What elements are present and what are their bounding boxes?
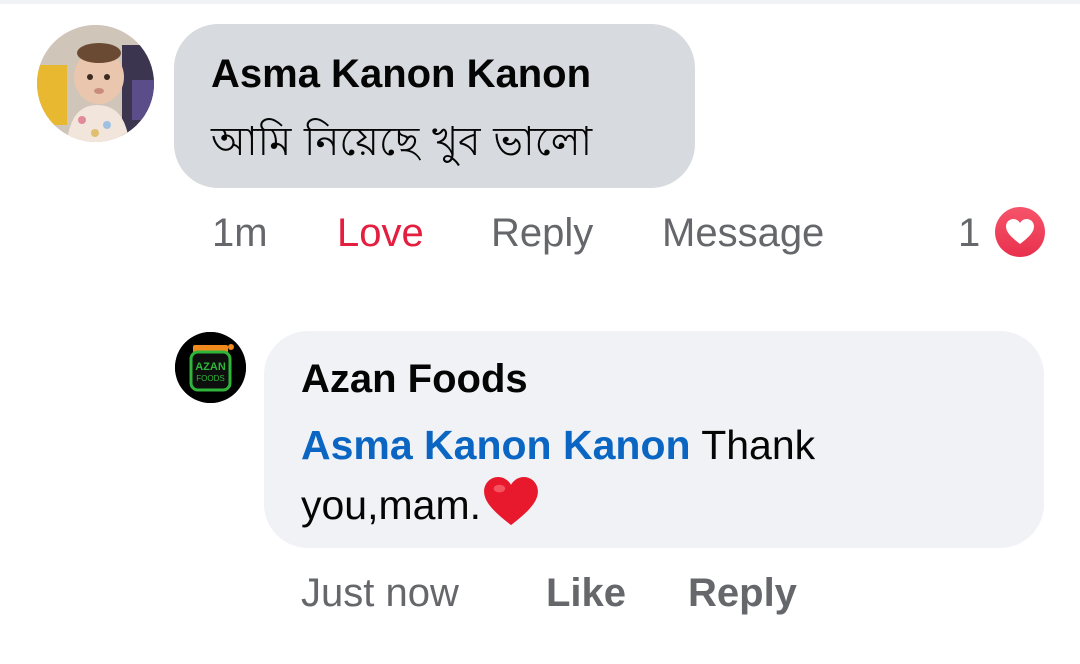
reply-bubble: Azan Foods Asma Kanon Kanon Thank you,ma…	[264, 331, 1044, 548]
mention-link[interactable]: Asma Kanon Kanon	[301, 422, 691, 468]
top-divider	[0, 0, 1080, 4]
azan-foods-logo-icon: AZAN FOODS	[175, 332, 246, 403]
reply-author[interactable]: Azan Foods	[301, 357, 528, 402]
svg-text:AZAN: AZAN	[195, 361, 226, 373]
comment-text: আমি নিয়েছে খুব ভালো	[211, 119, 593, 165]
commenter-avatar[interactable]	[37, 25, 154, 142]
love-button[interactable]: Love	[337, 208, 424, 258]
like-button[interactable]: Like	[546, 568, 626, 618]
red-heart-emoji-icon	[483, 477, 539, 543]
page-avatar[interactable]: AZAN FOODS	[175, 332, 246, 403]
reaction-count[interactable]: 1	[958, 208, 980, 258]
comment-author[interactable]: Asma Kanon Kanon	[211, 52, 591, 97]
heart-reaction-icon[interactable]	[995, 207, 1045, 257]
comment-bubble: Asma Kanon Kanon আমি নিয়েছে খুব ভালো	[174, 24, 695, 188]
svg-text:FOODS: FOODS	[196, 374, 224, 383]
comment-timestamp[interactable]: 1m	[212, 208, 268, 258]
reply-reply-button[interactable]: Reply	[688, 568, 797, 618]
reply-timestamp[interactable]: Just now	[301, 568, 459, 618]
baby-photo-icon	[37, 25, 154, 142]
message-button[interactable]: Message	[662, 208, 824, 258]
reply-text: Asma Kanon Kanon Thank you,mam.	[301, 415, 921, 543]
reply-button[interactable]: Reply	[491, 208, 593, 258]
